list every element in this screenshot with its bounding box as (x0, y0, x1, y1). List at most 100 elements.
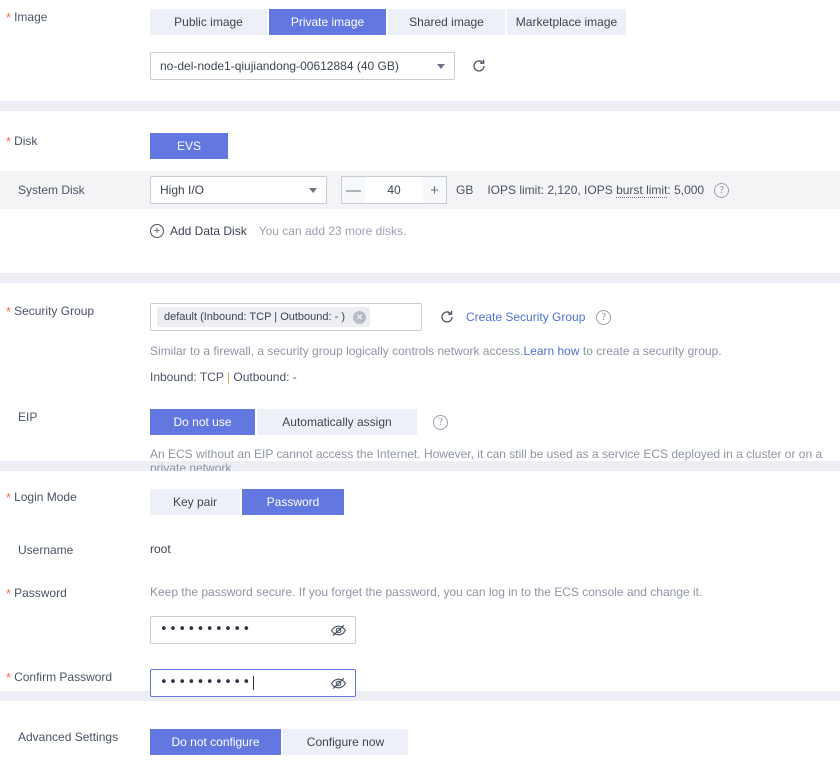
image-type-tabs: Public image Private image Shared image … (150, 9, 840, 35)
system-disk-size-stepper: — 40 + (341, 176, 447, 204)
image-select-value: no-del-node1-qiujiandong-00612884 (40 GB… (160, 59, 399, 73)
section-image: * Image Public image Private image Shared… (0, 0, 840, 101)
login-mode-tabs: Key pair Password (150, 489, 840, 515)
create-security-group-link[interactable]: Create Security Group (466, 310, 585, 324)
required-asterisk: * (6, 304, 12, 319)
help-icon[interactable]: ? (714, 182, 730, 198)
tab-marketplace-image[interactable]: Marketplace image (507, 9, 626, 35)
section-network: * Security Group default (Inbound: TCP | … (0, 283, 840, 475)
image-select-row: no-del-node1-qiujiandong-00612884 (40 GB… (150, 52, 840, 80)
password-hint: Keep the password secure. If you forget … (150, 585, 703, 599)
security-group-content: default (Inbound: TCP | Outbound: - ) ✕ … (150, 303, 840, 384)
help-icon[interactable]: ? (433, 414, 448, 430)
add-data-disk-label: Add Data Disk (170, 224, 247, 238)
password-input[interactable]: •••••••••• (150, 616, 356, 644)
plus-circle-icon: + (150, 224, 164, 238)
disk-content: EVS (150, 133, 840, 159)
required-asterisk: * (6, 134, 12, 149)
system-disk-band: System Disk High I/O — 40 + GB IOPS limi… (0, 171, 840, 209)
eye-off-icon[interactable] (330, 675, 347, 697)
chevron-down-icon (309, 188, 317, 193)
security-group-row: * Security Group default (Inbound: TCP | … (0, 303, 840, 384)
text-cursor (252, 676, 254, 690)
section-divider-2 (0, 273, 840, 283)
close-icon[interactable]: ✕ (353, 310, 367, 324)
tab-eip-do-not-use[interactable]: Do not use (150, 409, 257, 435)
username-label-text: Username (18, 543, 74, 557)
tab-configure-now[interactable]: Configure now (283, 729, 408, 755)
confirm-password-label: * Confirm Password (0, 669, 150, 685)
section-login: * Login Mode Key pair Password Username r… (0, 471, 840, 697)
disk-label: * Disk (0, 133, 150, 149)
password-content: Keep the password secure. If you forget … (150, 585, 840, 644)
summary-inbound: Inbound: TCP (150, 370, 227, 384)
tab-eip-auto-assign[interactable]: Automatically assign (257, 409, 417, 435)
system-disk-type-value: High I/O (160, 183, 205, 197)
security-group-description: Similar to a firewall, a security group … (150, 344, 840, 358)
size-unit-label: GB (456, 183, 474, 197)
increment-button[interactable]: + (423, 176, 447, 204)
confirm-password-input[interactable]: •••••••••• (150, 669, 356, 697)
tab-public-image[interactable]: Public image (150, 9, 269, 35)
section-advanced: Advanced Settings Do not configure Confi… (0, 701, 840, 755)
tab-password[interactable]: Password (242, 489, 344, 515)
advanced-settings-row: Advanced Settings Do not configure Confi… (0, 729, 840, 755)
add-data-disk-hint: You can add 23 more disks. (258, 224, 407, 238)
refresh-icon[interactable] (471, 58, 487, 74)
system-disk-label: System Disk (18, 183, 85, 197)
iops-burst-term[interactable]: burst limit (616, 183, 668, 198)
tab-do-not-configure[interactable]: Do not configure (150, 729, 283, 755)
password-row: * Password Keep the password secure. If y… (0, 585, 840, 644)
required-asterisk: * (6, 10, 12, 25)
security-group-select-row: default (Inbound: TCP | Outbound: - ) ✕ … (150, 303, 840, 331)
ecs-create-form: * Image Public image Private image Shared… (0, 0, 840, 779)
security-group-description-before: Similar to a firewall, a security group … (150, 344, 524, 358)
learn-how-link[interactable]: Learn how (523, 344, 579, 358)
confirm-password-content: •••••••••• (150, 669, 840, 697)
summary-outbound: Outbound: - (230, 370, 297, 384)
eip-row: EIP Do not use Automatically assign ? An… (0, 409, 840, 475)
iops-info: IOPS limit: 2,120, IOPS burst limit: 5,0… (487, 183, 705, 198)
username-value: root (150, 542, 171, 556)
security-group-select[interactable]: default (Inbound: TCP | Outbound: - ) ✕ (150, 303, 422, 331)
refresh-icon[interactable] (439, 309, 455, 325)
security-group-tag-label: default (Inbound: TCP | Outbound: - ) (164, 311, 346, 323)
login-mode-row: * Login Mode Key pair Password (0, 489, 840, 515)
security-group-label: * Security Group (0, 303, 150, 319)
disk-type-tabs: EVS (150, 133, 840, 159)
eip-label-text: EIP (18, 410, 38, 424)
login-mode-content: Key pair Password (150, 489, 840, 515)
username-row: Username root (0, 542, 840, 558)
advanced-settings-label: Advanced Settings (0, 729, 150, 745)
image-label: * Image (0, 9, 150, 25)
confirm-password-label-text: Confirm Password (14, 670, 113, 684)
required-asterisk: * (6, 586, 12, 601)
tab-shared-image[interactable]: Shared image (388, 9, 507, 35)
tab-private-image[interactable]: Private image (269, 9, 388, 35)
tab-key-pair[interactable]: Key pair (150, 489, 242, 515)
disk-label-text: Disk (14, 134, 38, 148)
chevron-down-icon (437, 64, 445, 69)
help-icon[interactable]: ? (596, 309, 612, 325)
disk-row: * Disk EVS (0, 133, 840, 159)
password-label: * Password (0, 585, 150, 601)
section-divider-1 (0, 101, 840, 111)
iops-suffix: : 5,000 (667, 183, 705, 197)
add-data-disk-button[interactable]: + Add Data Disk (150, 224, 247, 238)
add-data-disk-row: + Add Data Disk You can add 23 more disk… (0, 224, 840, 238)
system-disk-type-select[interactable]: High I/O (150, 176, 327, 204)
security-group-label-text: Security Group (14, 304, 95, 318)
decrement-button[interactable]: — (341, 176, 365, 204)
eip-label: EIP (0, 409, 150, 425)
tab-evs[interactable]: EVS (150, 133, 228, 159)
password-input-value: •••••••••• (160, 622, 252, 637)
eip-tabs: Do not use Automatically assign (150, 409, 417, 435)
system-disk-controls: High I/O — 40 + GB IOPS limit: 2,120, IO… (150, 176, 730, 204)
eye-off-icon[interactable] (330, 622, 347, 644)
eip-tabs-row: Do not use Automatically assign ? (150, 409, 840, 435)
security-group-tag: default (Inbound: TCP | Outbound: - ) ✕ (157, 307, 371, 327)
image-select[interactable]: no-del-node1-qiujiandong-00612884 (40 GB… (150, 52, 455, 80)
system-disk-size-input[interactable]: 40 (365, 176, 423, 204)
login-mode-label: * Login Mode (0, 489, 150, 505)
image-content: Public image Private image Shared image … (150, 9, 840, 80)
